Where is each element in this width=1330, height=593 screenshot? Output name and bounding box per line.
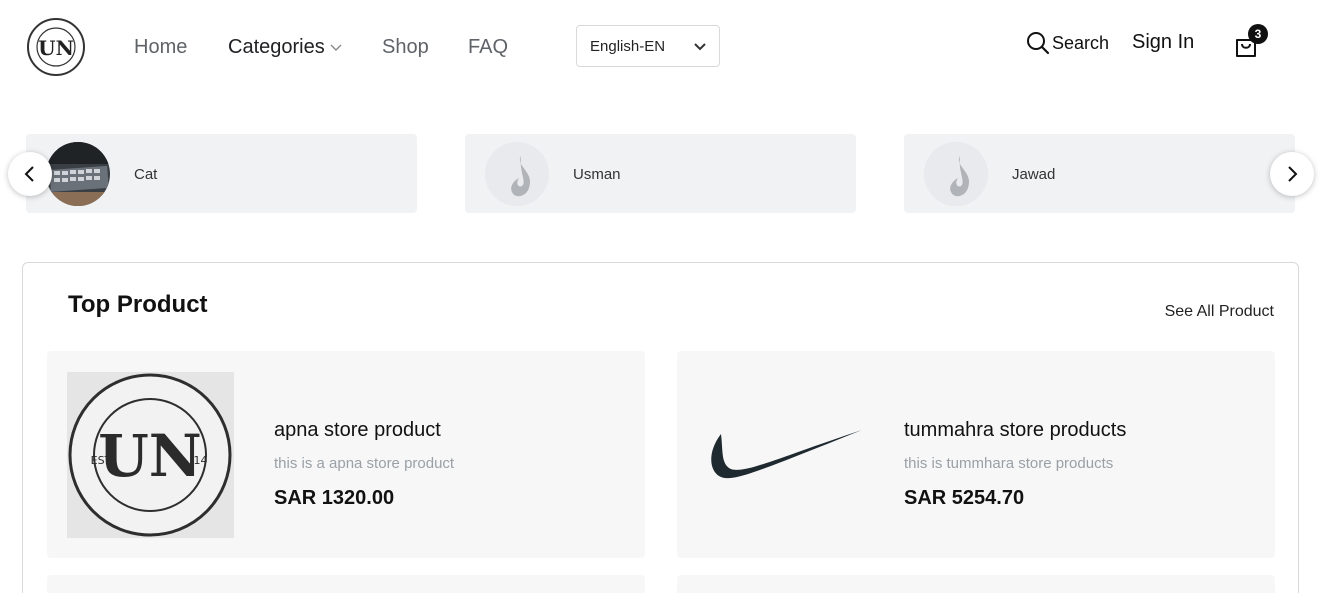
svg-text:EST: EST bbox=[91, 454, 112, 467]
store-name: Jawad bbox=[1012, 166, 1056, 183]
product-card[interactable]: UN EST '14 apna store product this is a … bbox=[47, 351, 645, 558]
chevron-left-icon bbox=[24, 166, 34, 182]
section-title: Top Product bbox=[68, 291, 208, 318]
urban-necessities-logo-icon: UN EST '14 bbox=[67, 372, 234, 538]
store-card-usman[interactable]: Usman bbox=[465, 134, 856, 213]
nav-shop-link[interactable]: Shop bbox=[382, 36, 429, 59]
brand-logo-icon[interactable]: UN bbox=[26, 17, 86, 77]
store-name: Cat bbox=[134, 166, 158, 183]
carousel-next-button[interactable] bbox=[1270, 152, 1314, 196]
nav-faq-link[interactable]: FAQ bbox=[468, 36, 508, 59]
top-product-section: Top Product See All Product UN EST '14 a… bbox=[22, 262, 1299, 593]
product-price: SAR 5254.70 bbox=[904, 487, 1025, 509]
store-card-cat[interactable]: Cat bbox=[26, 134, 417, 213]
language-select[interactable]: English-EN bbox=[576, 25, 720, 67]
language-select-value: English-EN bbox=[590, 37, 666, 55]
product-name: tummahra store products bbox=[904, 419, 1127, 441]
product-card[interactable] bbox=[47, 575, 645, 593]
see-all-product-link[interactable]: See All Product bbox=[1165, 303, 1274, 321]
svg-text:UN: UN bbox=[98, 422, 202, 490]
carousel-prev-button[interactable] bbox=[8, 152, 52, 196]
chevron-right-icon bbox=[1288, 166, 1298, 182]
search-label: Search bbox=[1052, 32, 1110, 53]
svg-text:UN: UN bbox=[38, 36, 74, 60]
swoosh-logo-icon bbox=[697, 372, 864, 538]
product-card[interactable]: tummahra store products this is tummhara… bbox=[677, 351, 1275, 558]
chevron-down-icon bbox=[694, 43, 706, 51]
product-price: SAR 1320.00 bbox=[274, 487, 395, 509]
nav-home-link[interactable]: Home bbox=[134, 36, 187, 59]
flame-placeholder-icon bbox=[485, 142, 549, 206]
chevron-down-icon bbox=[330, 44, 342, 51]
svg-text:'14: '14 bbox=[190, 454, 207, 467]
product-description: this is tummhara store products bbox=[904, 455, 1114, 472]
store-avatar bbox=[924, 142, 988, 206]
product-description: this is a apna store product bbox=[274, 455, 455, 472]
product-name: apna store product bbox=[274, 419, 441, 441]
store-avatar bbox=[485, 142, 549, 206]
nav-categories-link[interactable]: Categories bbox=[228, 36, 342, 59]
keyboard-photo-icon bbox=[46, 142, 110, 206]
flame-placeholder-icon bbox=[924, 142, 988, 206]
sign-in-link[interactable]: Sign In bbox=[1132, 31, 1194, 54]
store-avatar bbox=[46, 142, 110, 206]
search-button[interactable]: Search bbox=[1026, 31, 1109, 55]
store-carousel: Cat Usman Jawad bbox=[0, 130, 1330, 220]
store-card-jawad[interactable]: Jawad bbox=[904, 134, 1295, 213]
store-name: Usman bbox=[573, 166, 621, 183]
search-icon bbox=[1027, 32, 1050, 55]
product-card[interactable] bbox=[677, 575, 1275, 593]
cart-count-badge: 3 bbox=[1248, 24, 1268, 44]
nav-categories-label: Categories bbox=[228, 36, 325, 58]
site-header: UN Home Categories Shop FAQ English-EN S… bbox=[0, 0, 1330, 96]
